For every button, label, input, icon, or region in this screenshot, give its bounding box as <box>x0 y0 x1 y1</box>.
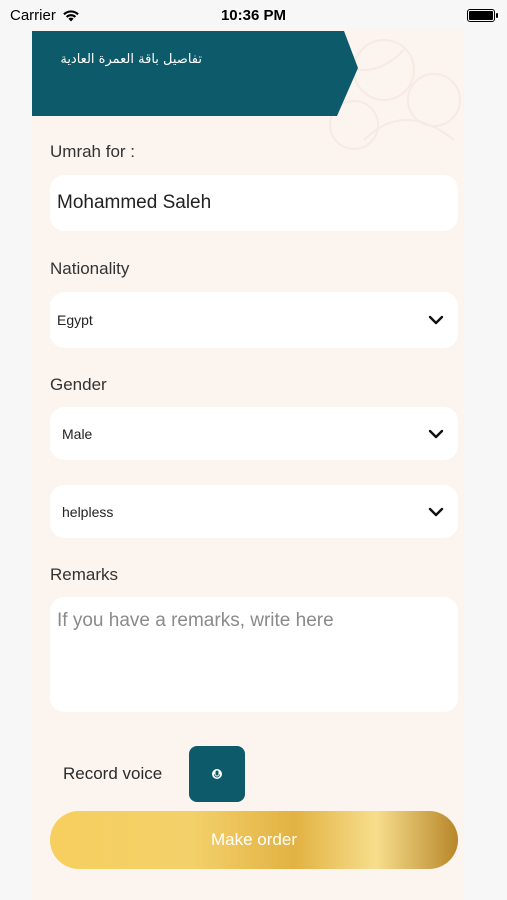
chevron-down-icon <box>428 507 444 516</box>
nationality-value: Egypt <box>57 312 93 328</box>
chevron-down-icon <box>428 315 444 325</box>
carrier-label: Carrier <box>10 6 56 24</box>
chevron-down-icon <box>428 429 444 438</box>
remarks-label: Remarks <box>50 565 119 584</box>
record-voice-label: Record voice <box>63 764 163 783</box>
remarks-textarea[interactable]: If you have a remarks, write here <box>50 597 458 712</box>
battery-icon <box>467 8 498 22</box>
gender-label: Gender <box>50 375 107 394</box>
remarks-placeholder: If you have a remarks, write here <box>57 610 334 631</box>
record-voice-button[interactable] <box>189 746 245 802</box>
status-left: Carrier <box>10 7 80 24</box>
condition-select[interactable]: helpless <box>50 485 458 538</box>
header-banner <box>32 31 358 116</box>
nationality-label: Nationality <box>50 259 130 278</box>
wifi-icon <box>63 9 79 21</box>
gender-select[interactable]: Male <box>50 407 458 460</box>
umrah-for-label: Umrah for : <box>50 142 136 161</box>
nationality-select[interactable]: Egypt <box>50 292 458 348</box>
make-order-button[interactable]: Make order <box>50 811 458 869</box>
gender-value: Male <box>62 425 93 442</box>
umrah-for-value: Mohammed Saleh <box>57 192 212 213</box>
status-bar: Carrier 10:36 PM <box>0 0 507 30</box>
umrah-for-field[interactable]: Mohammed Saleh <box>50 175 458 231</box>
page-title: تفاصيل باقة العمرة العادية <box>60 52 202 67</box>
microphone-icon <box>212 769 222 779</box>
make-order-label: Make order <box>211 830 297 849</box>
condition-value: helpless <box>62 503 114 520</box>
